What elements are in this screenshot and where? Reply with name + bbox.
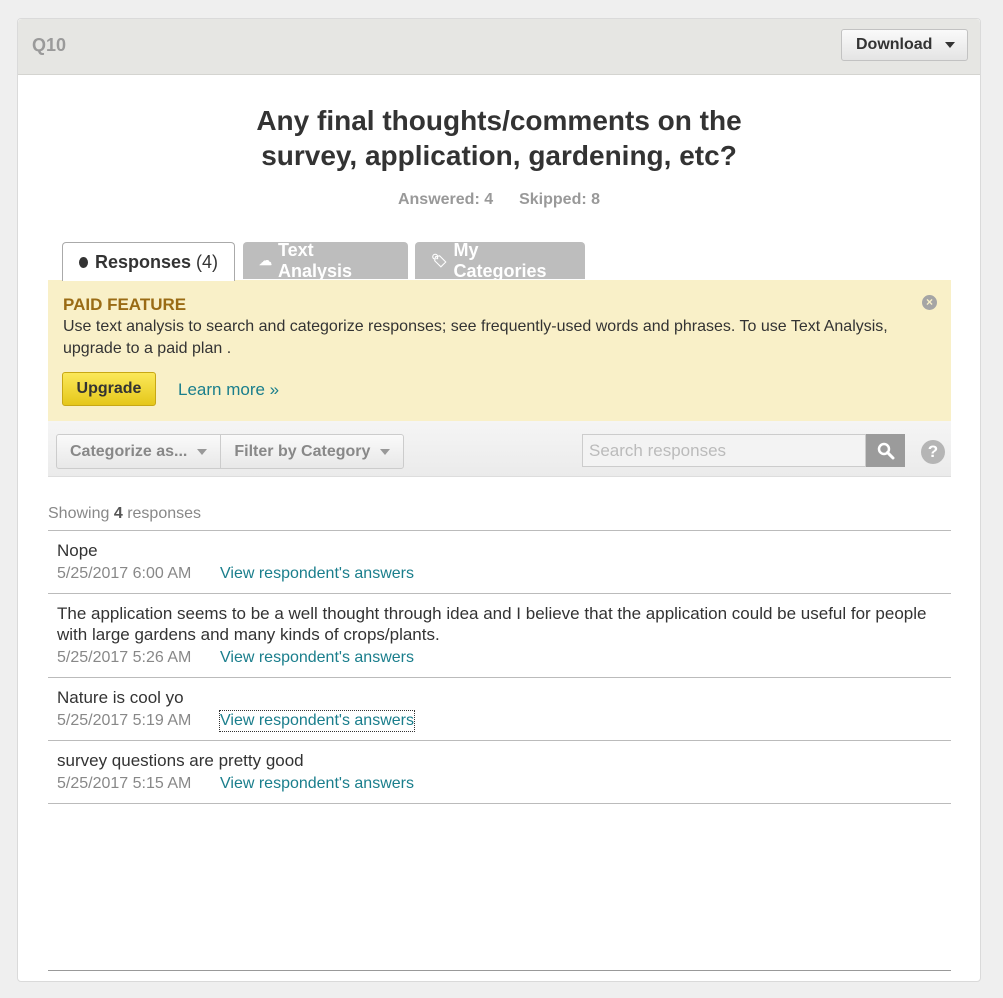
filter-by-category-button[interactable]: Filter by Category [220,435,403,468]
tab-text-analysis-label: Text Analysis [278,239,353,281]
question-title-line1: Any final thoughts/comments on the [256,105,742,136]
card-header: Q10 Download [18,19,980,75]
category-button-group: Categorize as... Filter by Category [56,434,405,469]
response-row: Nope 5/25/2017 6:00 AM View respondent's… [48,531,951,594]
question-title: Any final thoughts/comments on the surve… [18,103,980,173]
response-meta: 5/25/2017 5:19 AM View respondent's answ… [57,710,942,732]
paid-feature-title: PAID FEATURE [63,295,187,314]
download-label: Download [856,36,933,53]
tab-responses[interactable]: Responses (4) [62,242,235,281]
response-text: survey questions are pretty good [57,751,304,770]
responses-toolbar: Categorize as... Filter by Category ? [48,421,951,477]
view-respondent-link[interactable]: View respondent's answers [220,774,414,794]
response-text: Nature is cool yo [57,688,184,707]
response-text: The application seems to be a well thoug… [57,604,927,644]
responses-list: Nope 5/25/2017 6:00 AM View respondent's… [48,530,951,804]
view-respondent-link[interactable]: View respondent's answers [220,564,414,584]
help-icon[interactable]: ? [921,440,945,464]
question-stats: Answered: 4 Skipped: 8 [18,191,980,209]
response-meta: 5/25/2017 6:00 AM View respondent's answ… [57,564,942,584]
search-button[interactable] [866,434,905,467]
response-date: 5/25/2017 5:19 AM [57,712,192,729]
paid-feature-text: Use text analysis to search and categori… [63,318,888,357]
response-text: Nope [57,541,98,560]
response-row: survey questions are pretty good 5/25/20… [48,741,951,804]
chevron-down-icon [197,448,208,455]
search-input[interactable] [582,434,866,467]
bottom-divider [48,970,951,971]
chevron-down-icon [380,448,391,455]
question-number: Q10 [32,35,67,55]
showing-count: Showing 4 responses [48,505,201,523]
tab-responses-label: Responses [94,251,191,272]
answered-count: Answered: 4 [397,191,494,208]
response-row: The application seems to be a well thoug… [48,594,951,678]
tab-my-categories-label: My Categories [453,239,547,281]
response-meta: 5/25/2017 5:26 AM View respondent's answ… [57,648,942,668]
response-row: Nature is cool yo 5/25/2017 5:19 AM View… [48,678,951,741]
search-icon [877,442,894,459]
tab-bar: Responses (4) ☁ Text Analysis 🏷 My Categ… [48,239,951,281]
tab-text-analysis[interactable]: ☁ Text Analysis [243,239,408,281]
question-card: Q10 Download Any final thoughts/comments… [17,18,981,982]
close-icon[interactable]: × [922,295,937,310]
question-title-line2: survey, application, gardening, etc? [261,140,737,171]
paid-feature-banner: PAID FEATURE Use text analysis to search… [48,280,951,421]
view-respondent-link[interactable]: View respondent's answers [219,710,415,732]
showing-prefix: Showing [48,505,110,522]
skipped-count: Skipped: 8 [519,191,601,208]
showing-number: 4 [113,505,123,522]
categorize-as-button[interactable]: Categorize as... [57,435,220,468]
speech-bubble-icon [79,256,88,268]
cloud-icon: ☁ [259,252,272,268]
response-date: 5/25/2017 5:26 AM [57,649,192,666]
learn-more-link[interactable]: Learn more » [178,380,279,400]
tab-my-categories[interactable]: 🏷 My Categories [415,239,585,281]
download-button[interactable]: Download [841,29,968,61]
response-meta: 5/25/2017 5:15 AM View respondent's answ… [57,774,942,794]
chevron-down-icon [945,42,956,48]
filter-by-category-label: Filter by Category [234,442,371,460]
categorize-as-label: Categorize as... [70,442,188,460]
tag-icon: 🏷 [431,252,448,268]
view-respondent-link[interactable]: View respondent's answers [220,648,414,668]
response-date: 5/25/2017 6:00 AM [57,565,192,582]
upgrade-button[interactable]: Upgrade [62,372,156,406]
response-date: 5/25/2017 5:15 AM [57,775,192,792]
tab-responses-count: (4) [196,251,218,272]
showing-suffix: responses [127,505,202,522]
